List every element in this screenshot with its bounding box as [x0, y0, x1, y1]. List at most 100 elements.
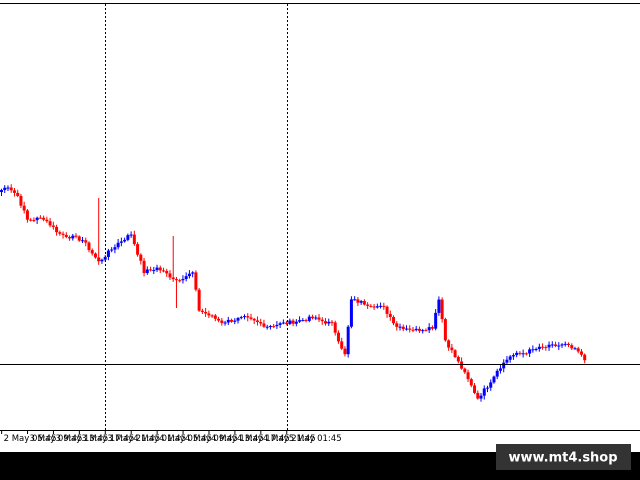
candle-body [136, 244, 140, 255]
candle-body [220, 320, 224, 323]
candle-body [255, 320, 259, 323]
candle-body [97, 257, 101, 262]
candle-body [48, 221, 52, 226]
candle-body [362, 301, 366, 305]
candle-body [392, 317, 396, 324]
candle-body [106, 250, 110, 257]
candle-body [324, 321, 327, 324]
candle-body [401, 326, 405, 330]
candle [349, 296, 353, 329]
candle-body [534, 349, 538, 351]
candle-body [414, 328, 418, 331]
candle-body [388, 313, 392, 318]
candle-body [100, 259, 104, 262]
candle-body [6, 187, 10, 189]
candle-body [259, 322, 263, 324]
candle-body [116, 242, 120, 248]
candle-body [421, 330, 425, 332]
candle-body [563, 343, 567, 345]
candle-body [16, 192, 20, 196]
candle-body [528, 349, 532, 354]
candle-body [489, 382, 493, 388]
candle-body [58, 232, 62, 234]
candle-body [424, 330, 428, 332]
candle-body [126, 235, 130, 240]
chart-canvas[interactable]: 2 May 05:453 May 09:453 May 13:453 May 1… [0, 0, 640, 480]
candle-body [434, 312, 438, 329]
candle-body [0, 190, 3, 193]
candle-body [230, 319, 234, 322]
candle-body [466, 372, 470, 380]
candle-body [119, 241, 123, 243]
candle-body [110, 249, 114, 251]
candle-body [537, 346, 541, 350]
candle-body [437, 299, 441, 313]
candle-body [330, 321, 334, 323]
candle-body [84, 240, 88, 243]
candle-body [132, 234, 136, 245]
candle-body [320, 319, 324, 322]
candle-body [366, 304, 370, 306]
candle-body [301, 320, 305, 322]
candle-body [168, 273, 172, 278]
candle-body [453, 350, 457, 357]
candle-body [340, 341, 344, 349]
candle-body [55, 226, 59, 233]
candle-body [249, 317, 253, 319]
candle [440, 297, 444, 323]
candle-body [155, 267, 159, 271]
candle-body [129, 234, 133, 236]
candle-body [272, 326, 276, 328]
candle-body [236, 318, 240, 321]
candle-body [498, 368, 502, 371]
candle-body [544, 347, 548, 349]
candle-body [456, 356, 460, 362]
candle-body [246, 316, 250, 318]
candle-body [268, 326, 272, 328]
candle-body [178, 280, 182, 282]
candle-body [473, 385, 477, 393]
candle-body [262, 323, 266, 327]
candle-body [417, 328, 421, 331]
price-chart[interactable]: 2 May 05:45 3 May 09:45 3 May 13:45 3 May 1… [0, 0, 640, 480]
candle-body [68, 237, 72, 239]
candle-body [191, 272, 195, 274]
candle-body [204, 311, 208, 314]
candle-body [162, 270, 165, 272]
candle-body [479, 395, 483, 399]
candle-body [9, 187, 13, 191]
candle-body [12, 190, 16, 193]
candle-body [359, 301, 363, 303]
candle [197, 287, 201, 312]
candle-body [304, 320, 308, 322]
candle-body [405, 328, 408, 330]
candle-body [38, 217, 42, 219]
candle-body [327, 321, 331, 324]
candle-body [233, 320, 237, 322]
candle-body [541, 346, 545, 348]
candle-body [265, 326, 269, 328]
candle-body [32, 219, 36, 221]
candle-body [123, 239, 127, 242]
candle-body [200, 310, 204, 312]
candle-body [213, 315, 217, 319]
candle-body [174, 279, 178, 281]
candle-body [495, 370, 499, 377]
candle-body [152, 270, 156, 272]
candle-body [349, 299, 353, 327]
candle-body [333, 322, 337, 333]
candle-body [372, 306, 376, 308]
candle-body [557, 345, 561, 347]
candle-body [288, 320, 292, 324]
candle-body [51, 225, 55, 227]
candle-body [210, 315, 214, 317]
candle-body [486, 387, 489, 389]
candle-body [226, 319, 230, 323]
candle-body [336, 332, 340, 342]
candle-body [579, 351, 583, 355]
candle-body [158, 267, 162, 271]
candle-body [142, 260, 146, 274]
candle-body [145, 269, 149, 274]
candle-body [430, 327, 434, 329]
candle-body [570, 345, 574, 349]
